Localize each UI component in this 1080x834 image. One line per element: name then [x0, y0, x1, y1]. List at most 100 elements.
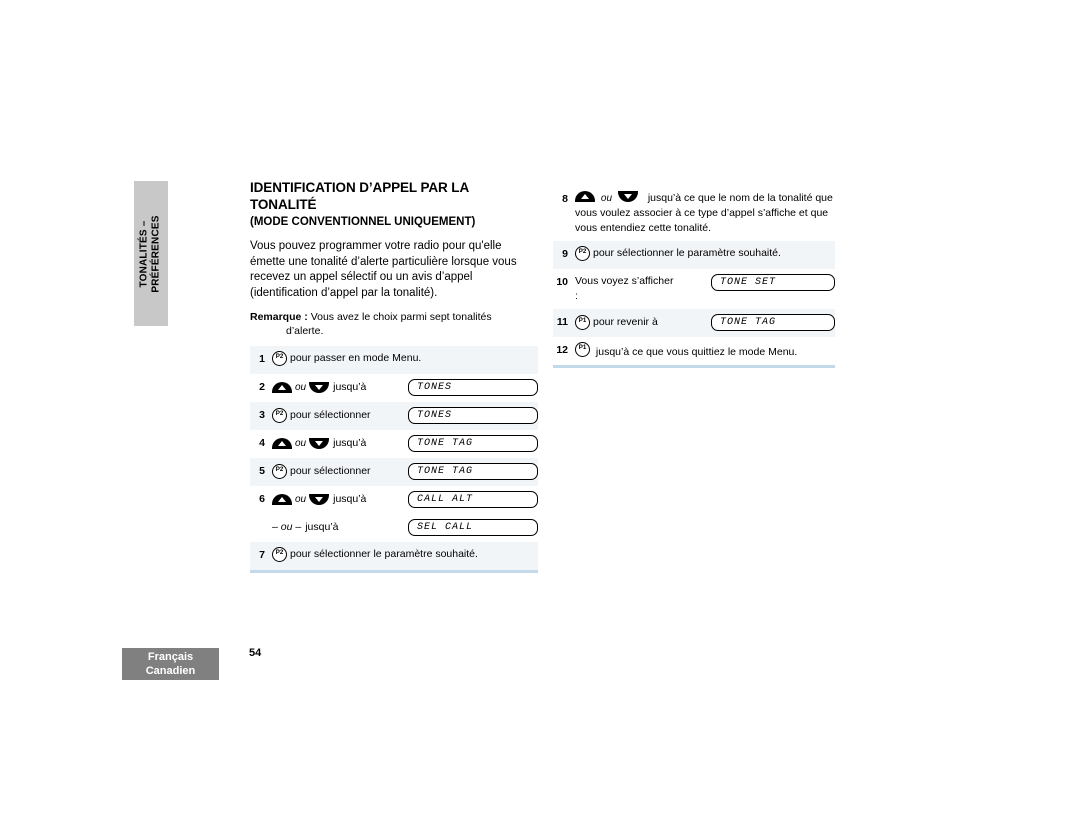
- down-arrow-button-icon[interactable]: [617, 191, 638, 202]
- step-row: 8 ou jusqu’à ce que le nom de la tonalit…: [553, 186, 835, 241]
- right-column: 8 ou jusqu’à ce que le nom de la tonalit…: [553, 186, 835, 368]
- step-row: 10 Vous voyez s’afficher : TONE SET: [553, 269, 835, 309]
- p2-button-icon-label: P2: [275, 410, 284, 418]
- lcd-display: SEL CALL: [408, 519, 538, 537]
- step-row: 2 ou jusqu’à TONES: [250, 374, 538, 402]
- step-text: jusqu’à ce que vous quittiez le mode Men…: [595, 346, 798, 358]
- step-text: jusqu’à: [333, 381, 367, 394]
- step-label-group: P2 pour sélectionner: [272, 464, 371, 480]
- ou-separator-label: ou: [295, 438, 307, 450]
- ou-separator-label: ou: [295, 382, 307, 394]
- lcd-display: TONE TAG: [408, 435, 538, 453]
- step-row: 5 P2 pour sélectionner TONE TAG: [250, 458, 538, 487]
- step-text-continued: :: [575, 290, 578, 302]
- step-row: 11 P1 pour revenir à TONE TAG: [553, 309, 835, 337]
- lcd-cell: TONE TAG: [408, 435, 538, 453]
- step-content: P2 pour sélectionner TONE TAG: [272, 463, 538, 481]
- alt-ou-label: ou: [280, 521, 293, 534]
- p1-button-icon-label: P1: [578, 344, 587, 351]
- step-content: Vous voyez s’afficher : TONE SET: [575, 274, 835, 304]
- lcd-cell: TONE TAG: [711, 314, 835, 331]
- down-arrow-button-icon[interactable]: [309, 382, 330, 394]
- up-arrow-button-icon[interactable]: [272, 438, 292, 450]
- p2-button-icon-label: P2: [275, 353, 284, 361]
- p2-button-icon[interactable]: P2: [272, 408, 287, 424]
- step-number: 1: [259, 353, 265, 366]
- lcd-cell: TONE TAG: [408, 463, 538, 481]
- language-tab-line1: Français: [147, 651, 194, 663]
- note-text: Vous avez le choix parmi sept tonalités: [310, 311, 492, 324]
- page-number: 54: [249, 647, 262, 659]
- chapter-tab-line1: TONALITÉS –: [139, 219, 150, 288]
- lcd-display: TONES: [408, 379, 538, 397]
- alt-dash-left: –: [272, 521, 278, 534]
- step-number: 2: [259, 381, 265, 394]
- step-number: 9: [562, 248, 568, 260]
- step-label-group: ou jusqu’à: [272, 492, 366, 507]
- step-number: 6: [259, 493, 265, 506]
- p2-button-icon[interactable]: P2: [272, 547, 287, 563]
- down-arrow-button-icon[interactable]: [309, 494, 330, 506]
- step-number: 12: [556, 344, 568, 356]
- p2-button-icon-label: P2: [275, 549, 284, 557]
- step-content: P2 pour sélectionner le paramètre souhai…: [575, 246, 835, 261]
- lcd-display: TONE TAG: [711, 314, 835, 331]
- step-label-group: ou jusqu’à: [272, 380, 366, 395]
- step-number: 10: [556, 276, 568, 288]
- up-arrow-button-icon[interactable]: [272, 382, 292, 394]
- chapter-tab-line2: PRÉFÉRENCES: [151, 214, 162, 293]
- p1-button-icon[interactable]: P1: [575, 342, 590, 357]
- step-content: P2 pour sélectionner TONES: [272, 407, 538, 425]
- step-number: 3: [259, 409, 265, 422]
- intro-paragraph: Vous pouvez programmer votre radio pour …: [250, 240, 517, 299]
- step-text: pour passer en mode Menu.: [290, 352, 422, 365]
- steps-panel-left: 1 P2 pour passer en mode Menu. 2 ou jusq…: [250, 346, 538, 574]
- steps-panel-right: 8 ou jusqu’à ce que le nom de la tonalit…: [553, 186, 835, 368]
- language-tab-line2: Canadien: [145, 665, 196, 677]
- lcd-cell: CALL ALT: [408, 491, 538, 509]
- note-block: Remarque : Vous avez le choix parmi sept…: [250, 310, 538, 338]
- down-arrow-button-icon[interactable]: [309, 438, 330, 450]
- step-content: P2 pour passer en mode Menu.: [272, 351, 538, 367]
- page-subtitle: (MODE CONVENTIONNEL UNIQUEMENT): [250, 216, 476, 228]
- p2-button-icon[interactable]: P2: [575, 246, 590, 261]
- chapter-tab-label: TONALITÉS – PRÉFÉRENCES: [139, 215, 163, 292]
- step-content: P1 jusqu’à ce que vous quittiez le mode …: [575, 342, 835, 360]
- step-row: 3 P2 pour sélectionner TONES: [250, 402, 538, 431]
- step-number: 7: [259, 549, 265, 562]
- up-arrow-button-icon[interactable]: [575, 191, 595, 202]
- step-number: 5: [259, 465, 265, 478]
- step-content: ou jusqu’à ce que le nom de la tonalité …: [575, 191, 835, 236]
- step-content: ou jusqu’à TONE TAG: [272, 435, 538, 453]
- lcd-cell: TONES: [408, 379, 538, 397]
- lcd-display: CALL ALT: [408, 491, 538, 509]
- ou-separator-label: ou: [295, 494, 307, 506]
- note-label: Remarque :: [250, 311, 308, 324]
- p2-button-icon[interactable]: P2: [272, 351, 287, 367]
- step-row: 9 P2 pour sélectionner le paramètre souh…: [553, 241, 835, 269]
- step-number: 4: [259, 437, 265, 450]
- note-text-continued: d’alerte.: [286, 325, 324, 338]
- step-content: – ou – jusqu’à SEL CALL: [272, 519, 538, 537]
- p2-button-icon-label: P2: [578, 248, 587, 255]
- step-row: 7 P2 pour sélectionner le paramètre souh…: [250, 542, 538, 571]
- p1-button-icon[interactable]: P1: [575, 315, 590, 330]
- step-label-group: P1 pour revenir à: [575, 315, 658, 330]
- step-text: pour sélectionner: [290, 465, 371, 478]
- lcd-display: TONE TAG: [408, 463, 538, 481]
- p2-button-icon[interactable]: P2: [272, 464, 287, 480]
- step-row: 12 P1 jusqu’à ce que vous quittiez le mo…: [553, 337, 835, 365]
- step-content: P1 pour revenir à TONE TAG: [575, 314, 835, 331]
- step-row-alternative: – ou – jusqu’à SEL CALL: [250, 514, 538, 542]
- step-text: pour revenir à: [593, 316, 658, 328]
- lcd-cell: SEL CALL: [408, 519, 538, 537]
- step-text: pour sélectionner le paramètre souhaité.: [593, 247, 781, 259]
- up-arrow-button-icon[interactable]: [272, 494, 292, 506]
- step-label-group: ou jusqu’à: [272, 436, 366, 451]
- language-tab: Français Canadien: [122, 648, 219, 680]
- step-row: 4 ou jusqu’à TONE TAG: [250, 430, 538, 458]
- lcd-display: TONE SET: [711, 274, 835, 291]
- step-content: P2 pour sélectionner le paramètre souhai…: [272, 547, 538, 563]
- lcd-cell: TONES: [408, 407, 538, 425]
- alt-dash-right: –: [295, 521, 302, 534]
